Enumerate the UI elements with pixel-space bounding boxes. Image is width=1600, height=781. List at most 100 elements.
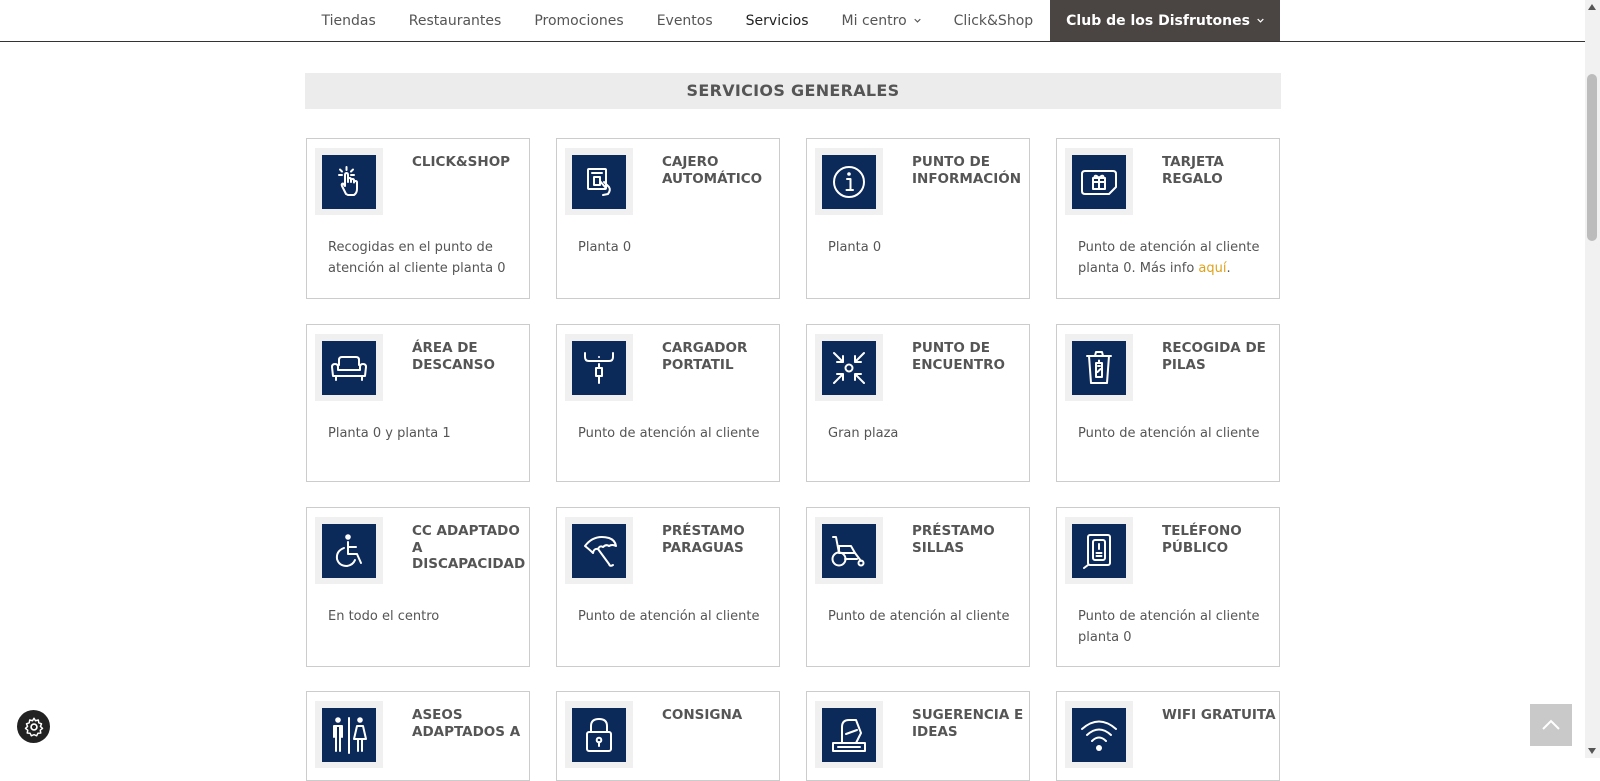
lock-icon [572, 708, 626, 762]
service-icon-frame [565, 148, 633, 215]
service-title: PUNTO DE ENCUENTRO [912, 340, 1005, 373]
nav-item-restaurantes[interactable]: Restaurantes [392, 0, 518, 41]
service-card: CLICK&SHOP Recogidas en el punto de atenc… [306, 138, 530, 299]
service-card: PRÉSTAMO SILLAS Punto de atención al clie… [806, 507, 1030, 667]
service-icon-frame [565, 334, 633, 401]
service-title: TELÉFONO PÚBLICO [1162, 523, 1242, 556]
sofa-icon [322, 341, 376, 395]
nav-item-label: Servicios [745, 12, 809, 29]
service-description: Punto de atención al cliente [578, 609, 760, 624]
nav-item-tiendas[interactable]: Tiendas [305, 0, 392, 41]
suggestion-box-icon [822, 708, 876, 762]
service-description: Punto de atención al cliente planta 0 [1078, 609, 1260, 645]
service-title: CLICK&SHOP [412, 154, 511, 170]
service-card: PUNTO DE INFORMACIÓN Planta 0 [806, 138, 1030, 299]
service-card: PUNTO DE ENCUENTRO Gran plaza [806, 324, 1030, 482]
nav-item-label: Click&Shop [953, 12, 1034, 29]
service-description: Planta 0 [828, 240, 882, 255]
nav-list: Tiendas Restaurantes Promociones Eventos… [305, 0, 1281, 41]
nav-item-promociones[interactable]: Promociones [518, 0, 640, 41]
gift-card-icon [1072, 155, 1126, 209]
service-description: Punto de atención al cliente [1078, 426, 1260, 441]
service-card: CARGADOR PORTATIL Punto de atención al cl… [556, 324, 780, 482]
atm-icon [572, 155, 626, 209]
service-title: CARGADOR PORTATIL [662, 340, 748, 373]
service-title: PUNTO DE INFORMACIÓN [912, 154, 1022, 187]
service-icon-frame [315, 148, 383, 215]
scrollbar-thumb[interactable] [1587, 74, 1597, 241]
nav-item-eventos[interactable]: Eventos [640, 0, 729, 41]
service-description: Planta 0 [578, 240, 632, 255]
service-icon-frame [815, 334, 883, 401]
service-icon-frame [1065, 334, 1133, 401]
service-card: SUGERENCIA E IDEAS [806, 691, 1030, 781]
nav-item-click-shop[interactable]: Click&Shop [937, 0, 1050, 41]
battery-recycle-icon [1072, 341, 1126, 395]
gear-icon [24, 717, 43, 737]
service-icon-frame [565, 517, 633, 584]
service-title: PRÉSTAMO SILLAS [912, 523, 995, 556]
back-to-top-button[interactable] [1530, 704, 1572, 746]
wheelchair-icon [322, 524, 376, 578]
phone-icon [1072, 524, 1126, 578]
scroll-down-arrow[interactable] [1588, 748, 1596, 754]
nav-item-label: Mi centro [841, 12, 907, 29]
service-title: CONSIGNA [662, 707, 743, 723]
service-title: CAJERO AUTOMÁTICO [662, 154, 763, 187]
service-description: Punto de atención al cliente planta 0. M… [1078, 237, 1273, 279]
umbrella-icon [572, 524, 626, 578]
nav-item-mi-centro[interactable]: Mi centro [825, 0, 937, 41]
service-card: TELÉFONO PÚBLICO Punto de atención al cli… [1056, 507, 1280, 667]
service-description: Recogidas en el punto de atención al cli… [328, 240, 506, 276]
service-card: RECOGIDA DE PILAS Punto de atención al cl… [1056, 324, 1280, 482]
nav-item-club-disfrutones[interactable]: Club de los Disfrutones [1049, 0, 1281, 41]
chevron-up-icon [1542, 719, 1560, 730]
service-title: ÁREA DE DESCANSO [412, 340, 496, 373]
meeting-point-icon [822, 341, 876, 395]
service-card: CC ADAPTADO A DISCAPACIDAD En todo el cen… [306, 507, 530, 667]
service-title: CC ADAPTADO A DISCAPACIDAD [412, 523, 526, 572]
section-title: SERVICIOS GENERALES [305, 73, 1281, 109]
service-description: Punto de atención al cliente [828, 609, 1010, 624]
service-icon-frame [815, 148, 883, 215]
service-description-text: Punto de atención al cliente planta 0. M… [1078, 240, 1260, 276]
nav-item-servicios[interactable]: Servicios [729, 0, 825, 41]
info-icon [822, 155, 876, 209]
service-description: En todo el centro [328, 609, 440, 624]
service-card: CAJERO AUTOMÁTICO Planta 0 [556, 138, 780, 299]
service-description: Planta 0 y planta 1 [328, 426, 451, 441]
service-description-end: . [1226, 261, 1231, 276]
stroller-icon [822, 524, 876, 578]
service-card: CONSIGNA [556, 691, 780, 781]
chevron-down-icon [1257, 18, 1264, 23]
service-title: RECOGIDA DE PILAS [1162, 340, 1266, 373]
restroom-icon [322, 708, 376, 762]
nav-item-label: Restaurantes [408, 12, 502, 29]
charger-icon [572, 341, 626, 395]
service-icon-frame [815, 517, 883, 584]
service-title: ASEOS ADAPTADOS A [412, 707, 521, 740]
service-title: WIFI GRATUITA [1162, 707, 1276, 723]
service-icon-frame [315, 334, 383, 401]
chevron-down-icon [913, 18, 921, 23]
scroll-up-arrow[interactable] [1588, 4, 1596, 10]
service-title: PRÉSTAMO PARAGUAS [662, 523, 745, 556]
service-card: TARJETA REGALO Punto de atención al clien… [1056, 138, 1280, 299]
scrollbar[interactable] [1585, 0, 1600, 758]
service-title: SUGERENCIA E IDEAS [912, 707, 1024, 740]
top-navigation: Tiendas Restaurantes Promociones Eventos… [0, 0, 1585, 42]
service-title: TARJETA REGALO [1162, 154, 1224, 187]
service-icon-frame [1065, 517, 1133, 584]
more-info-link[interactable]: aquí [1198, 261, 1226, 276]
service-card: ÁREA DE DESCANSO Planta 0 y planta 1 [306, 324, 530, 482]
touch-hand-icon [322, 155, 376, 209]
nav-item-label: Eventos [656, 12, 713, 29]
cookie-settings-button[interactable] [17, 710, 50, 743]
service-card: PRÉSTAMO PARAGUAS Punto de atención al cl… [556, 507, 780, 667]
nav-item-label: Club de los Disfrutones [1066, 12, 1250, 29]
nav-item-label: Promociones [534, 12, 624, 29]
nav-item-label: Tiendas [321, 12, 376, 29]
service-icon-frame [315, 517, 383, 584]
service-description: Gran plaza [828, 426, 899, 441]
service-card: ASEOS ADAPTADOS A [306, 691, 530, 781]
